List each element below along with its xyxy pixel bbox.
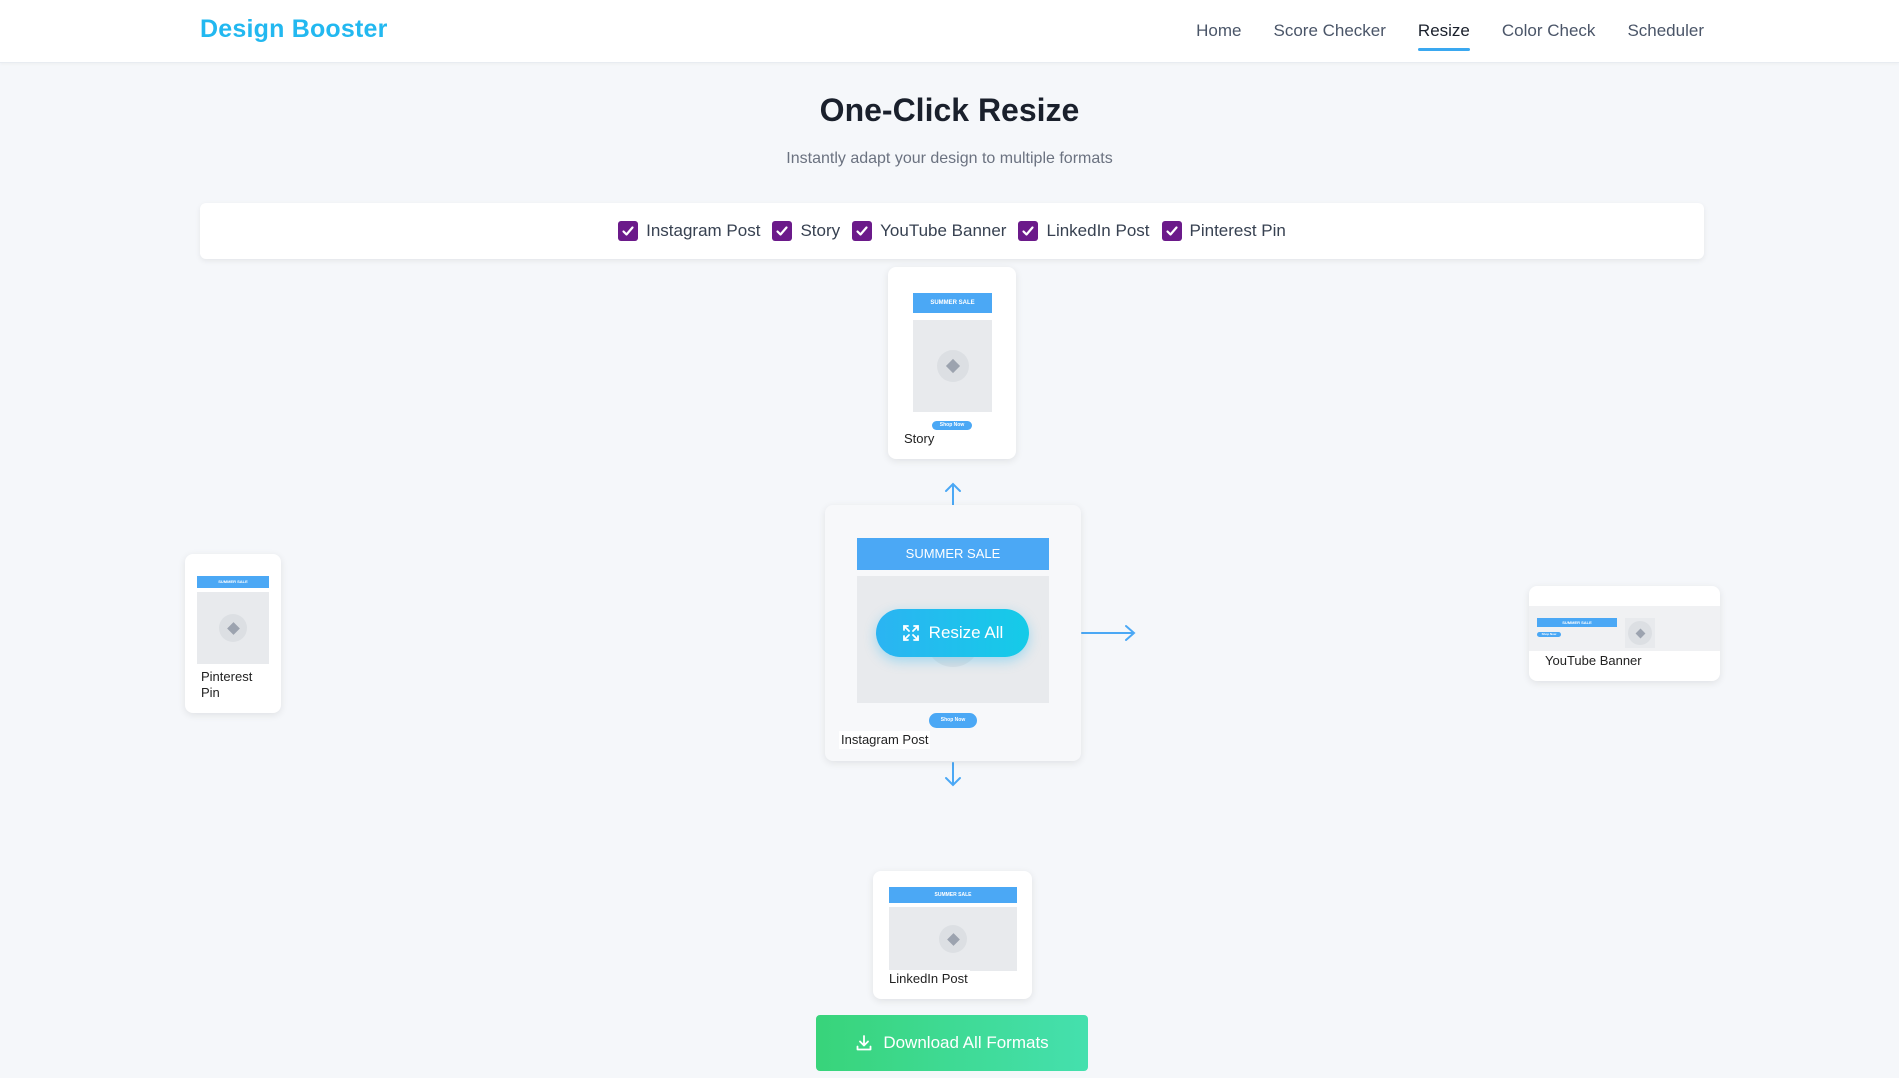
download-all-button[interactable]: Download All Formats — [816, 1015, 1088, 1071]
nav-home[interactable]: Home — [1196, 21, 1241, 41]
linkedin-image-circle — [939, 925, 967, 953]
arrow-down-icon — [945, 762, 961, 787]
story-cta-button: Shop Now — [932, 421, 972, 430]
download-icon — [856, 1035, 872, 1051]
nav-scheduler[interactable]: Scheduler — [1627, 21, 1704, 41]
pinterest-banner: SUMMER SALE — [197, 576, 269, 588]
nav-score-checker[interactable]: Score Checker — [1273, 21, 1385, 41]
pinterest-image-circle — [219, 614, 247, 642]
download-all-label: Download All Formats — [883, 1033, 1049, 1052]
youtube-banner-strip: SUMMER SALE — [1537, 618, 1617, 627]
resize-all-label: Resize All — [928, 623, 1004, 642]
diamond-icon — [226, 621, 240, 635]
option-linkedin-post[interactable]: LinkedIn Post — [1018, 221, 1150, 241]
linkedin-label: LinkedIn Post — [887, 970, 970, 988]
youtube-cta-button: Shop Now — [1537, 632, 1561, 637]
diamond-icon — [945, 358, 961, 374]
checkmark-icon — [776, 226, 789, 236]
instagram-label: Instagram Post — [839, 731, 931, 749]
expand-icon — [902, 625, 919, 641]
linkedin-post-card[interactable]: SUMMER SALE LinkedIn Post — [873, 871, 1032, 999]
pinterest-image-placeholder — [197, 592, 269, 664]
checkbox-youtube-banner[interactable] — [852, 221, 873, 241]
resize-all-button[interactable]: Resize All — [876, 609, 1029, 657]
checkmark-icon — [1022, 226, 1035, 236]
youtube-banner-card[interactable]: SUMMER SALE Shop Now YouTube Banner — [1529, 586, 1720, 681]
nav-links: Home Score Checker Resize Color Check Sc… — [1196, 21, 1704, 51]
brand-logo[interactable]: Design Booster — [200, 15, 388, 44]
linkedin-image-placeholder — [889, 907, 1017, 971]
pinterest-pin-card[interactable]: SUMMER SALE Pinterest Pin — [185, 554, 281, 713]
checkmark-icon — [856, 226, 868, 236]
story-image-circle — [937, 350, 969, 382]
option-label: Pinterest Pin — [1189, 221, 1286, 240]
option-label: Story — [800, 221, 841, 240]
youtube-label: YouTube Banner — [1543, 652, 1644, 670]
checkbox-linkedin-post[interactable] — [1018, 221, 1039, 241]
arrow-right-icon — [1081, 625, 1136, 641]
linkedin-banner: SUMMER SALE — [889, 887, 1017, 903]
top-navbar: Design Booster Home Score Checker Resize… — [0, 0, 1899, 63]
story-card[interactable]: SUMMER SALE Shop Now Story — [888, 267, 1016, 459]
option-label: Instagram Post — [646, 221, 761, 240]
checkbox-instagram-post[interactable] — [618, 221, 639, 241]
page-subtitle: Instantly adapt your design to multiple … — [786, 150, 1113, 167]
checkbox-story[interactable] — [772, 221, 793, 241]
page-title: One-Click Resize — [819, 92, 1080, 128]
story-image-placeholder — [913, 320, 992, 412]
instagram-banner: SUMMER SALE — [857, 538, 1049, 570]
nav-resize[interactable]: Resize — [1417, 21, 1470, 51]
instagram-cta-button: Shop Now — [929, 713, 977, 728]
diamond-icon — [1635, 628, 1645, 638]
arrow-up-icon — [945, 482, 961, 506]
option-pinterest-pin[interactable]: Pinterest Pin — [1161, 221, 1286, 241]
option-label: LinkedIn Post — [1046, 221, 1150, 240]
option-youtube-banner[interactable]: YouTube Banner — [852, 221, 1006, 241]
nav-color-check[interactable]: Color Check — [1502, 21, 1596, 41]
diamond-icon — [946, 932, 960, 946]
story-label: Story — [902, 430, 937, 448]
option-story[interactable]: Story — [772, 221, 840, 241]
story-banner: SUMMER SALE — [913, 293, 992, 313]
option-label: YouTube Banner — [880, 221, 1007, 240]
youtube-image-placeholder — [1625, 618, 1655, 648]
checkmark-icon — [622, 226, 634, 236]
option-instagram-post[interactable]: Instagram Post — [618, 221, 760, 241]
youtube-image-circle — [1628, 621, 1652, 645]
checkbox-pinterest-pin[interactable] — [1161, 221, 1182, 241]
checkmark-icon — [1165, 226, 1178, 236]
pinterest-label: Pinterest Pin — [199, 668, 263, 702]
format-options-bar: Instagram Post Story YouTube Banner Link… — [200, 203, 1704, 259]
